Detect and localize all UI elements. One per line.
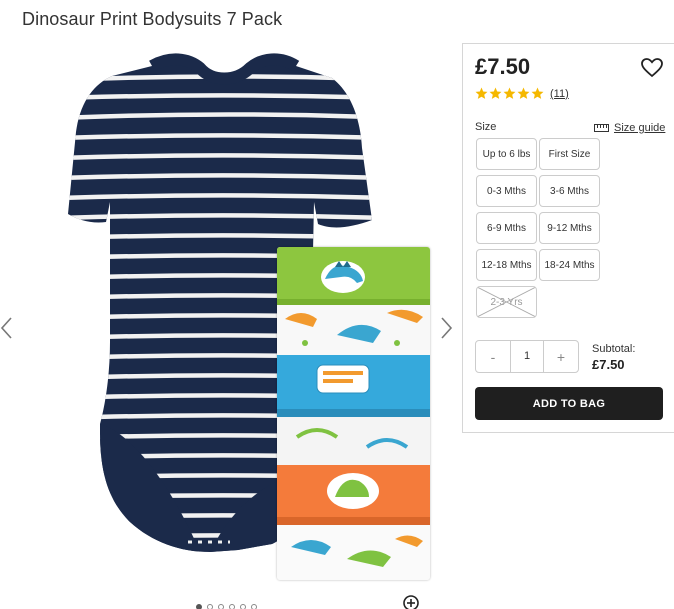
ruler-icon bbox=[594, 124, 609, 132]
review-count-link[interactable]: (11) bbox=[550, 88, 569, 100]
purchase-panel: £7.50 (11) Size Size guide Up to 6 lbs F… bbox=[462, 43, 674, 433]
size-label: Size bbox=[475, 121, 497, 133]
heart-icon[interactable] bbox=[641, 58, 663, 78]
gallery-dot-3[interactable] bbox=[218, 604, 224, 609]
pack-image-stack[interactable] bbox=[277, 247, 430, 580]
subtotal-value: £7.50 bbox=[592, 357, 625, 372]
product-title: Dinosaur Print Bodysuits 7 Pack bbox=[22, 9, 283, 29]
size-option-6-9-mths[interactable]: 6-9 Mths bbox=[476, 212, 537, 244]
unavailable-cross-icon bbox=[477, 287, 536, 317]
size-option-up-to-6-lbs[interactable]: Up to 6 lbs bbox=[476, 138, 537, 170]
add-to-bag-button[interactable]: ADD TO BAG bbox=[475, 387, 663, 420]
size-option-9-12-mths[interactable]: 9-12 Mths bbox=[539, 212, 600, 244]
gallery-dot-4[interactable] bbox=[229, 604, 235, 609]
size-guide-link[interactable]: Size guide bbox=[594, 122, 665, 134]
star-icon bbox=[503, 87, 516, 99]
star-icon bbox=[517, 87, 530, 99]
gallery-dot-2[interactable] bbox=[207, 604, 213, 609]
product-price: £7.50 bbox=[475, 54, 531, 79]
size-option-18-24-mths[interactable]: 18-24 Mths bbox=[539, 249, 600, 281]
star-icon bbox=[489, 87, 502, 99]
chevron-left-icon bbox=[0, 317, 12, 339]
size-option-2-3-yrs-unavailable[interactable]: 2-3 Yrs bbox=[476, 286, 537, 318]
gallery-dot-6[interactable] bbox=[251, 604, 257, 609]
gallery-dot-5[interactable] bbox=[240, 604, 246, 609]
gallery-next-button[interactable] bbox=[439, 316, 453, 340]
quantity-input[interactable]: 1 bbox=[510, 341, 544, 372]
size-guide-label: Size guide bbox=[614, 122, 666, 134]
gallery-dot-1[interactable] bbox=[196, 604, 202, 609]
star-icon bbox=[475, 87, 488, 99]
quantity-increase-button[interactable]: + bbox=[544, 341, 578, 372]
quantity-stepper: - 1 + bbox=[475, 340, 579, 373]
gallery-pagination bbox=[196, 604, 257, 609]
star-icon bbox=[531, 87, 544, 99]
size-option-first-size[interactable]: First Size bbox=[539, 138, 600, 170]
size-option-0-3-mths[interactable]: 0-3 Mths bbox=[476, 175, 537, 207]
zoom-plus-icon[interactable] bbox=[403, 595, 419, 609]
chevron-right-icon bbox=[441, 317, 453, 339]
quantity-decrease-button[interactable]: - bbox=[476, 341, 510, 372]
gallery-prev-button[interactable] bbox=[0, 316, 14, 340]
star-rating[interactable]: (11) bbox=[475, 87, 569, 100]
subtotal-label: Subtotal: bbox=[592, 343, 636, 355]
size-option-12-18-mths[interactable]: 12-18 Mths bbox=[476, 249, 537, 281]
size-option-3-6-mths[interactable]: 3-6 Mths bbox=[539, 175, 600, 207]
